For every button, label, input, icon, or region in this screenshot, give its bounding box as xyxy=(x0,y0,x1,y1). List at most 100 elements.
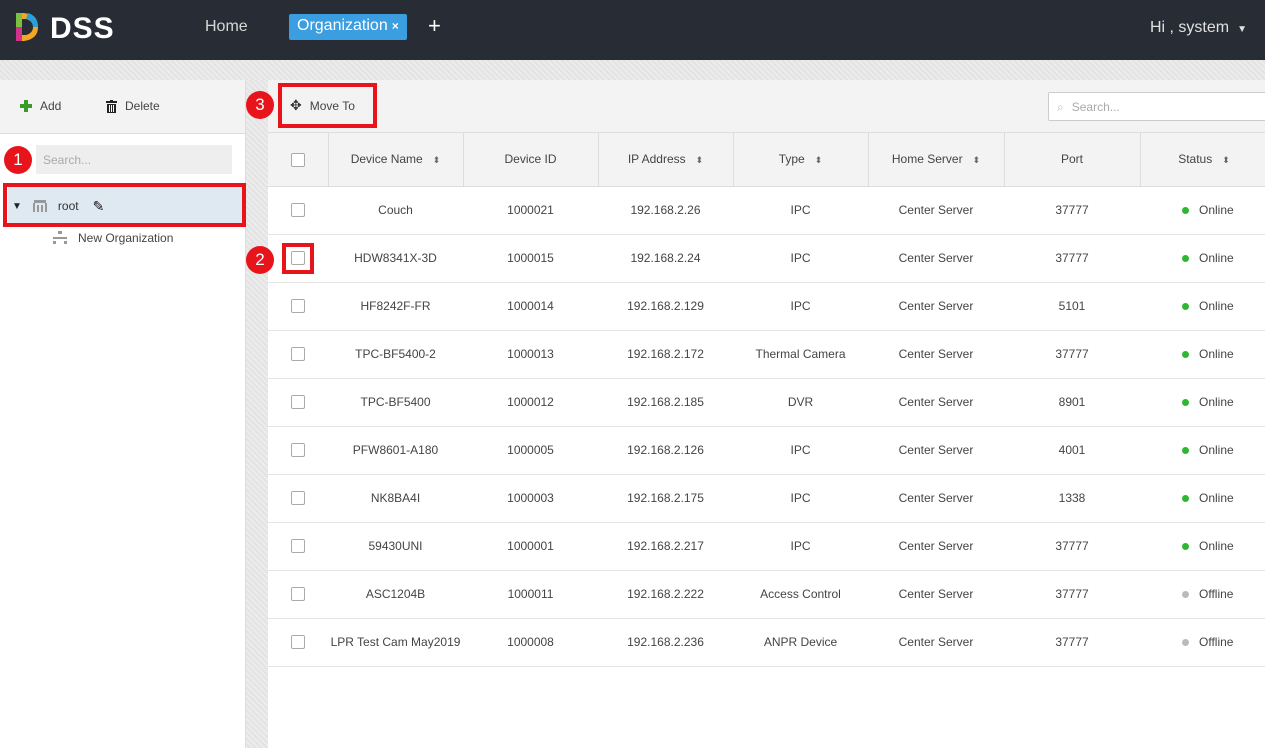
cell-home-server: Center Server xyxy=(868,522,1004,571)
cell-port: 8901 xyxy=(1004,378,1140,427)
table-row[interactable]: HF8242F-FR 1000014 192.168.2.129 IPC Center … xyxy=(268,282,1265,331)
cell-home-server: Center Server xyxy=(868,474,1004,523)
table-row[interactable]: 59430UNI 1000001 192.168.2.217 IPC Center Se… xyxy=(268,522,1265,571)
user-greeting: Hi , system xyxy=(1149,19,1230,36)
sort-icon[interactable]: ⬍ xyxy=(1222,155,1230,165)
add-button[interactable]: Add xyxy=(20,99,61,113)
add-label: Add xyxy=(40,99,62,113)
cell-device-name: NK8BA4I xyxy=(328,474,463,523)
tree-node-new-organization[interactable]: New Organization xyxy=(52,231,173,245)
tab-organization[interactable]: Organization × xyxy=(289,14,407,40)
col-ip-address[interactable]: IP Address ⬍ xyxy=(598,133,734,187)
cell-ip-address: 192.168.2.24 xyxy=(598,234,733,283)
cell-port: 37777 xyxy=(1004,234,1140,283)
col-label: Device Name xyxy=(350,152,423,167)
row-checkbox[interactable] xyxy=(268,426,328,475)
device-toolbar: ✥ Move To ⌕ Search... xyxy=(268,80,1265,133)
status-label: Online xyxy=(1199,539,1234,553)
cell-port: 37777 xyxy=(1004,186,1140,235)
row-checkbox[interactable] xyxy=(268,186,328,235)
table-row[interactable]: ASC1204B 1000011 192.168.2.222 Access Contr… xyxy=(268,570,1265,619)
status-label: Online xyxy=(1199,203,1234,217)
table-row[interactable]: LPR Test Cam May2019 1000008 192.168.2.236… xyxy=(268,618,1265,667)
annotation-badge-2: 2 xyxy=(246,246,274,274)
cell-status: Online xyxy=(1140,474,1265,523)
status-dot-icon xyxy=(1182,351,1189,359)
device-table: Device Name ⬍ Device ID IP Address ⬍ Type ⬍… xyxy=(268,133,1265,667)
status-dot-icon xyxy=(1182,207,1189,215)
cell-port: 1338 xyxy=(1004,474,1140,523)
cell-home-server: Center Server xyxy=(868,186,1004,235)
sort-icon[interactable]: ⬍ xyxy=(815,155,823,165)
panel-gap xyxy=(246,80,268,748)
table-header-row: Device Name ⬍ Device ID IP Address ⬍ Type ⬍… xyxy=(268,133,1265,187)
cell-type: Access Control xyxy=(733,570,868,619)
col-device-name[interactable]: Device Name ⬍ xyxy=(328,133,464,187)
status-label: Offline xyxy=(1199,587,1234,601)
child-label: New Organization xyxy=(78,231,174,245)
cell-ip-address: 192.168.2.129 xyxy=(598,282,733,331)
status-dot-icon xyxy=(1182,255,1189,263)
row-checkbox[interactable] xyxy=(268,474,328,523)
org-tree-panel: Add Delete Search... ▼ root ✎ New Organi… xyxy=(0,80,246,748)
col-label: Home Server xyxy=(891,152,963,167)
cell-device-name: TPC-BF5400 xyxy=(328,378,463,427)
select-all-checkbox[interactable] xyxy=(268,133,329,187)
cell-status: Online xyxy=(1140,330,1265,379)
row-checkbox[interactable] xyxy=(268,282,328,331)
table-row[interactable]: TPC-BF5400 1000012 192.168.2.185 DVR Center … xyxy=(268,378,1265,427)
cell-device-id: 1000011 xyxy=(463,570,598,619)
row-checkbox[interactable] xyxy=(268,330,328,379)
table-row[interactable]: Couch 1000021 192.168.2.26 IPC Center Server… xyxy=(268,186,1265,235)
status-label: Offline xyxy=(1199,635,1234,649)
cell-home-server: Center Server xyxy=(868,378,1004,427)
status-dot-icon xyxy=(1182,495,1189,503)
close-tab-icon[interactable]: × xyxy=(392,19,399,33)
col-home-server[interactable]: Home Server ⬍ xyxy=(868,133,1005,187)
tree-search-input[interactable]: Search... xyxy=(36,145,232,174)
delete-button[interactable]: Delete xyxy=(106,99,160,113)
add-tab-button[interactable]: + xyxy=(428,13,441,39)
brand-name: DSS xyxy=(50,12,115,45)
delete-label: Delete xyxy=(125,99,160,113)
sort-icon[interactable]: ⬍ xyxy=(973,155,981,165)
status-dot-icon xyxy=(1182,399,1189,407)
cell-status: Online xyxy=(1140,378,1265,427)
device-search-input[interactable]: ⌕ Search... xyxy=(1048,92,1265,121)
dss-logo-icon xyxy=(16,13,38,41)
cell-port: 37777 xyxy=(1004,330,1140,379)
divider-strip xyxy=(0,60,1265,80)
cell-device-name: ASC1204B xyxy=(328,570,463,619)
status-dot-icon xyxy=(1182,639,1189,647)
cell-port: 4001 xyxy=(1004,426,1140,475)
table-row[interactable]: PFW8601-A180 1000005 192.168.2.126 IPC Cente… xyxy=(268,426,1265,475)
cell-type: ANPR Device xyxy=(733,618,868,667)
table-row[interactable]: TPC-BF5400-2 1000013 192.168.2.172 Thermal … xyxy=(268,330,1265,379)
cell-ip-address: 192.168.2.185 xyxy=(598,378,733,427)
sort-icon[interactable]: ⬍ xyxy=(433,155,441,165)
user-menu[interactable]: Hi , system ▼ xyxy=(1150,19,1247,37)
sort-icon[interactable]: ⬍ xyxy=(696,155,704,165)
cell-ip-address: 192.168.2.175 xyxy=(598,474,733,523)
cell-home-server: Center Server xyxy=(868,618,1004,667)
nav-home[interactable]: Home xyxy=(205,18,248,36)
cell-home-server: Center Server xyxy=(868,330,1004,379)
col-label: Status xyxy=(1178,152,1213,167)
tab-label: Organization xyxy=(297,17,388,34)
col-device-id: Device ID xyxy=(463,133,599,187)
table-row[interactable]: HDW8341X-3D 1000015 192.168.2.24 IPC Center … xyxy=(268,234,1265,283)
cell-home-server: Center Server xyxy=(868,570,1004,619)
cell-device-name: HF8242F-FR xyxy=(328,282,463,331)
cell-device-id: 1000014 xyxy=(463,282,598,331)
cell-home-server: Center Server xyxy=(868,234,1004,283)
row-checkbox[interactable] xyxy=(268,618,328,667)
col-status[interactable]: Status ⬍ xyxy=(1140,133,1265,187)
status-dot-icon xyxy=(1182,303,1189,311)
cell-device-name: PFW8601-A180 xyxy=(328,426,463,475)
row-checkbox[interactable] xyxy=(268,522,328,571)
cell-type: Thermal Camera xyxy=(733,330,868,379)
table-row[interactable]: NK8BA4I 1000003 192.168.2.175 IPC Center Ser… xyxy=(268,474,1265,523)
row-checkbox[interactable] xyxy=(268,378,328,427)
row-checkbox[interactable] xyxy=(268,570,328,619)
col-type[interactable]: Type ⬍ xyxy=(733,133,869,187)
